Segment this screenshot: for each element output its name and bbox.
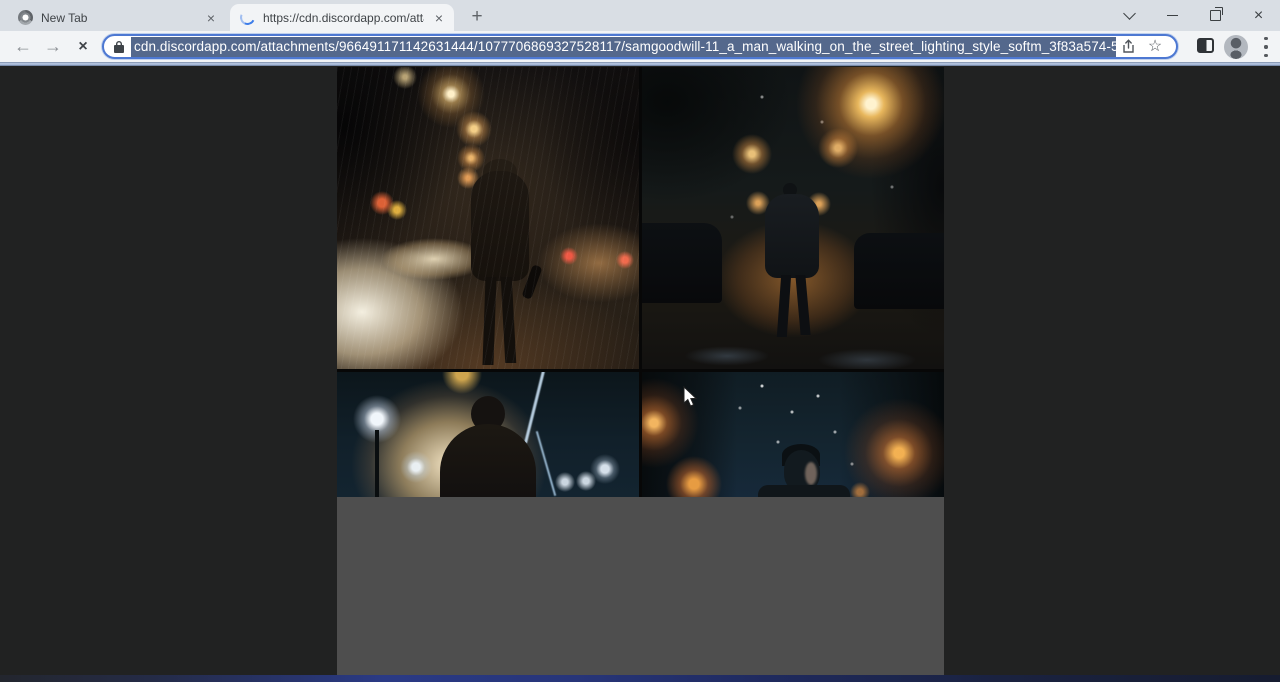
tab-discord-cdn[interactable]: https://cdn.discordapp.com/atta × <box>230 4 454 31</box>
page-viewport <box>0 66 1280 682</box>
chevron-down-icon <box>1123 7 1136 20</box>
restore-icon <box>1210 10 1221 21</box>
attachment-image[interactable] <box>337 67 944 675</box>
parked-car <box>642 223 722 303</box>
forward-button[interactable]: → <box>38 31 68 62</box>
figure-shoulders <box>758 485 850 497</box>
loading-spinner-icon <box>238 8 257 27</box>
bookmark-star-button[interactable]: ☆ <box>1142 36 1168 57</box>
lamp-pole <box>375 430 379 497</box>
stop-loading-button[interactable]: × <box>68 31 98 62</box>
close-icon: × <box>1254 8 1263 24</box>
image-quadrant-bottom-left <box>337 372 639 497</box>
window-minimize-button[interactable] <box>1151 0 1194 31</box>
figure-umbrella <box>521 264 542 299</box>
tab-title: New Tab <box>41 11 196 25</box>
image-quadrant-top-right <box>642 67 944 369</box>
profile-avatar[interactable] <box>1224 35 1248 59</box>
browser-window: New Tab × https://cdn.discordapp.com/att… <box>0 0 1280 682</box>
figure-hood <box>483 159 517 185</box>
parked-car <box>854 233 944 309</box>
tab-close-icon[interactable]: × <box>204 10 218 26</box>
figure-leg <box>795 275 810 335</box>
image-loading-placeholder <box>337 497 944 675</box>
figure-leg <box>501 277 517 363</box>
new-tab-button[interactable]: + <box>464 5 490 29</box>
url-selected-text[interactable]: cdn.discordapp.com/attachments/966491171… <box>131 37 1116 57</box>
url-text-container[interactable]: cdn.discordapp.com/attachments/966491171… <box>131 37 1116 57</box>
menu-dots-icon[interactable] <box>1264 37 1268 57</box>
windows-taskbar-sliver <box>0 675 1280 682</box>
browser-toolbar: ← → × cdn.discordapp.com/attachments/966… <box>0 31 1280 62</box>
lightning-streak <box>536 431 556 496</box>
back-button[interactable]: ← <box>8 31 38 62</box>
window-controls: × <box>1108 0 1280 31</box>
figure-torso <box>471 171 529 281</box>
lightning-streak <box>524 372 545 443</box>
window-restore-button[interactable] <box>1194 0 1237 31</box>
figure-face-highlight <box>805 462 817 485</box>
share-button[interactable] <box>1116 36 1142 57</box>
tab-title: https://cdn.discordapp.com/atta <box>263 11 424 25</box>
lock-icon <box>113 40 125 54</box>
figure-torso <box>765 194 819 278</box>
address-bar[interactable]: cdn.discordapp.com/attachments/966491171… <box>102 34 1178 59</box>
figure-leg <box>777 275 791 337</box>
tab-new-tab[interactable]: New Tab × <box>8 4 226 31</box>
window-close-button[interactable]: × <box>1237 0 1280 31</box>
mouse-cursor <box>683 386 699 408</box>
minimize-icon <box>1167 15 1178 17</box>
image-quadrant-top-left <box>337 67 639 369</box>
figure-hood <box>440 424 536 497</box>
window-chevron-down-button[interactable] <box>1108 0 1151 31</box>
tab-close-icon[interactable]: × <box>432 10 446 26</box>
tab-strip: New Tab × https://cdn.discordapp.com/att… <box>0 0 1280 31</box>
figure-leg <box>482 277 496 365</box>
side-panel-icon[interactable] <box>1197 38 1214 53</box>
chrome-logo-icon <box>18 10 33 25</box>
